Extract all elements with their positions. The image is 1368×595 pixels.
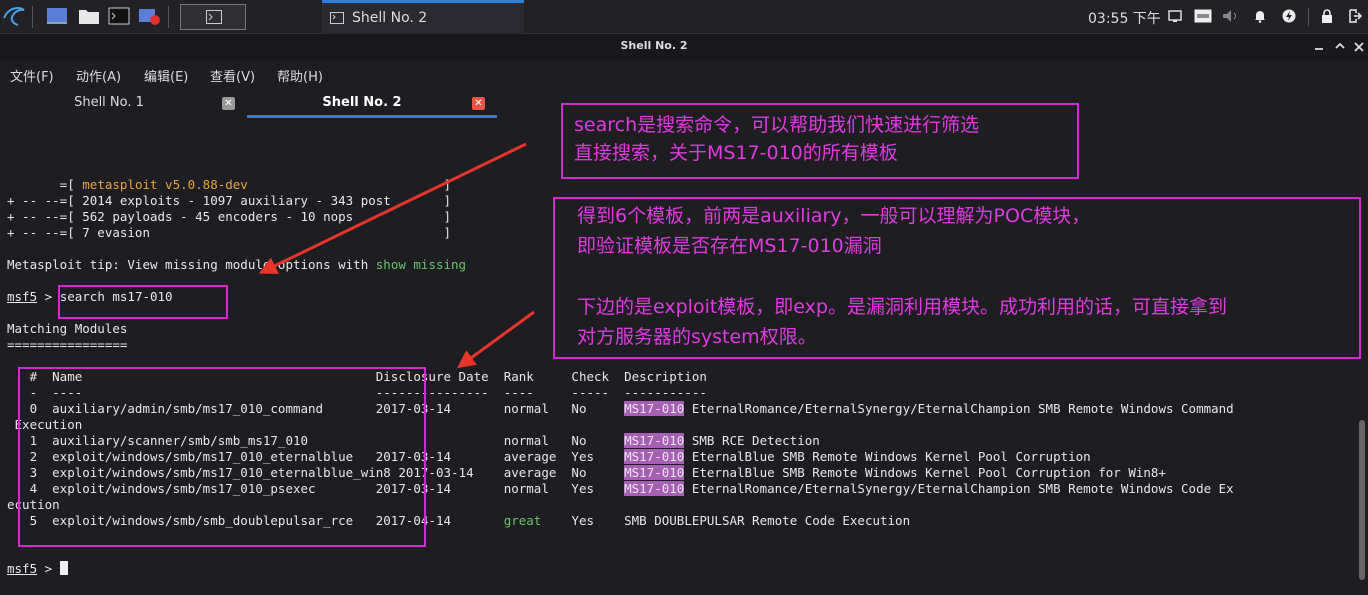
arrow-to-modules <box>457 310 535 369</box>
annotation-arrows <box>258 142 535 369</box>
arrow-to-command <box>258 142 527 274</box>
